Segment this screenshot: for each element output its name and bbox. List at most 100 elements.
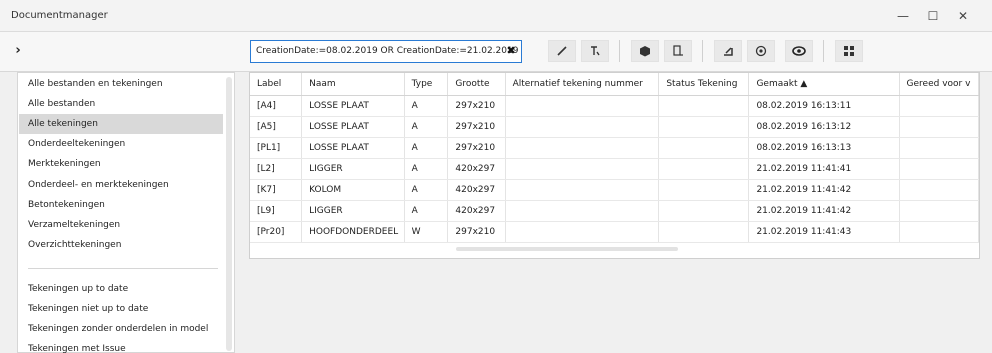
cell-type: A [404, 200, 449, 222]
grid-tiles-icon[interactable] [835, 40, 863, 62]
toolbar-separator [823, 40, 824, 62]
cell-grootte: 297x210 [447, 95, 506, 117]
sidebar-item-onderdeel-en-merktekeningen[interactable]: Onderdeel- en merktekeningen [19, 175, 223, 195]
sidebar-item-tekeningen-met-issue[interactable]: Tekeningen met Issue [19, 339, 223, 353]
cell-type: W [404, 221, 449, 243]
column-header-alternatief-nummer[interactable]: Alternatief tekening nummer [505, 73, 660, 96]
cell-label: [L9] [250, 200, 303, 222]
cell-gemaakt: 21.02.2019 11:41:42 [748, 200, 900, 222]
cell-gemaakt: 08.02.2019 16:13:13 [748, 137, 900, 159]
cell-gereed [899, 95, 979, 117]
cell-label: [Pr20] [250, 221, 303, 243]
cell-type: A [404, 95, 449, 117]
sidebar: Alle bestanden en tekeningen Alle bestan… [17, 72, 235, 353]
cell-naam: LOSSE PLAAT [301, 95, 405, 117]
cell-gereed [899, 137, 979, 159]
cell-gereed [899, 200, 979, 222]
cell-label: [K7] [250, 179, 303, 201]
cell-gemaakt: 21.02.2019 11:41:43 [748, 221, 900, 243]
cell-grootte: 297x210 [447, 137, 506, 159]
column-header-grootte[interactable]: Grootte [447, 73, 506, 96]
expand-sidebar-icon[interactable]: › [9, 41, 27, 61]
horizontal-scrollbar[interactable] [456, 247, 678, 251]
cell-naam: KOLOM [301, 179, 405, 201]
column-header-type[interactable]: Type [404, 73, 449, 96]
table-header-row: Label Naam Type Grootte Alternatief teke… [250, 73, 979, 96]
minimize-button[interactable]: — [893, 6, 913, 26]
revision-cloud-icon[interactable] [747, 40, 775, 62]
cell-alternatief [505, 137, 660, 159]
cell-alternatief [505, 179, 660, 201]
sidebar-item-merktekeningen[interactable]: Merktekeningen [19, 154, 223, 174]
cell-naam: LIGGER [301, 200, 405, 222]
sidebar-item-onderdeeltekeningen[interactable]: Onderdeeltekeningen [19, 134, 223, 154]
sidebar-item-alle-bestanden-en-tekeningen[interactable]: Alle bestanden en tekeningen [19, 74, 223, 94]
cell-alternatief [505, 116, 660, 138]
cell-grootte: 420x297 [447, 179, 506, 201]
cell-status [658, 179, 750, 201]
window-title: Documentmanager [11, 10, 108, 21]
sidebar-item-betontekeningen[interactable]: Betontekeningen [19, 195, 223, 215]
table-row[interactable]: [K7] KOLOM A 420x297 21.02.2019 11:41:42 [250, 179, 979, 201]
sidebar-item-tekeningen-niet-up-to-date[interactable]: Tekeningen niet up to date [19, 299, 223, 319]
cell-gereed [899, 221, 979, 243]
sidebar-item-verzameltekeningen[interactable]: Verzameltekeningen [19, 215, 223, 235]
cell-alternatief [505, 158, 660, 180]
cell-grootte: 297x210 [447, 116, 506, 138]
cell-gereed [899, 158, 979, 180]
export-icon[interactable] [714, 40, 742, 62]
cell-grootte: 297x210 [447, 221, 506, 243]
cell-alternatief [505, 200, 660, 222]
cell-label: [A5] [250, 116, 303, 138]
toolbar-separator [702, 40, 703, 62]
cell-gemaakt: 21.02.2019 11:41:41 [748, 158, 900, 180]
cell-label: [L2] [250, 158, 303, 180]
cell-type: A [404, 116, 449, 138]
cell-type: A [404, 137, 449, 159]
toolbar-separator [619, 40, 620, 62]
cell-grootte: 420x297 [447, 200, 506, 222]
clear-search-icon[interactable]: ✖ [503, 43, 519, 59]
sidebar-item-alle-bestanden[interactable]: Alle bestanden [19, 94, 223, 114]
sidebar-item-tekeningen-up-to-date[interactable]: Tekeningen up to date [19, 279, 223, 299]
cell-gereed [899, 116, 979, 138]
cube-icon[interactable] [631, 40, 659, 62]
cell-grootte: 420x297 [447, 158, 506, 180]
sidebar-scrollbar[interactable] [226, 77, 232, 351]
column-header-gereed[interactable]: Gereed voor v [899, 73, 979, 96]
cell-label: [PL1] [250, 137, 303, 159]
cell-naam: HOOFDONDERDEEL [301, 221, 405, 243]
table-row[interactable]: [PL1] LOSSE PLAAT A 297x210 08.02.2019 1… [250, 137, 979, 159]
sidebar-item-tekeningen-zonder-onderdelen[interactable]: Tekeningen zonder onderdelen in model [19, 319, 223, 339]
cell-naam: LIGGER [301, 158, 405, 180]
sidebar-item-overzichttekeningen[interactable]: Overzichttekeningen [19, 235, 223, 255]
cell-alternatief [505, 95, 660, 117]
close-button[interactable]: ✕ [953, 6, 973, 26]
select-cursor-icon[interactable] [581, 40, 609, 62]
column-header-status[interactable]: Status Tekening [658, 73, 750, 96]
cell-gereed [899, 179, 979, 201]
cell-type: A [404, 158, 449, 180]
table-row[interactable]: [A4] LOSSE PLAAT A 297x210 08.02.2019 16… [250, 95, 979, 117]
column-header-naam[interactable]: Naam [301, 73, 405, 96]
maximize-button[interactable]: ☐ [923, 6, 943, 26]
cell-label: [A4] [250, 95, 303, 117]
table-row[interactable]: [L9] LIGGER A 420x297 21.02.2019 11:41:4… [250, 200, 979, 222]
cell-gemaakt: 08.02.2019 16:13:11 [748, 95, 900, 117]
cell-alternatief [505, 221, 660, 243]
column-header-label[interactable]: Label [250, 73, 303, 96]
title-bar: Documentmanager — ☐ ✕ [0, 0, 992, 32]
column-header-gemaakt[interactable]: Gemaakt ▲ [748, 73, 900, 96]
edit-pencil-icon[interactable] [548, 40, 576, 62]
table-row[interactable]: [L2] LIGGER A 420x297 21.02.2019 11:41:4… [250, 158, 979, 180]
cell-gemaakt: 08.02.2019 16:13:12 [748, 116, 900, 138]
search-input[interactable]: CreationDate:=08.02.2019 OR CreationDate… [250, 40, 522, 63]
sidebar-divider [28, 268, 218, 269]
table-row[interactable]: [A5] LOSSE PLAAT A 297x210 08.02.2019 16… [250, 116, 979, 138]
table-row[interactable]: [Pr20] HOOFDONDERDEEL W 297x210 21.02.20… [250, 221, 979, 243]
cell-status [658, 116, 750, 138]
document-list-icon[interactable] [664, 40, 692, 62]
eye-icon[interactable] [785, 40, 813, 62]
cell-gemaakt: 21.02.2019 11:41:42 [748, 179, 900, 201]
sidebar-item-alle-tekeningen[interactable]: Alle tekeningen [19, 114, 223, 134]
